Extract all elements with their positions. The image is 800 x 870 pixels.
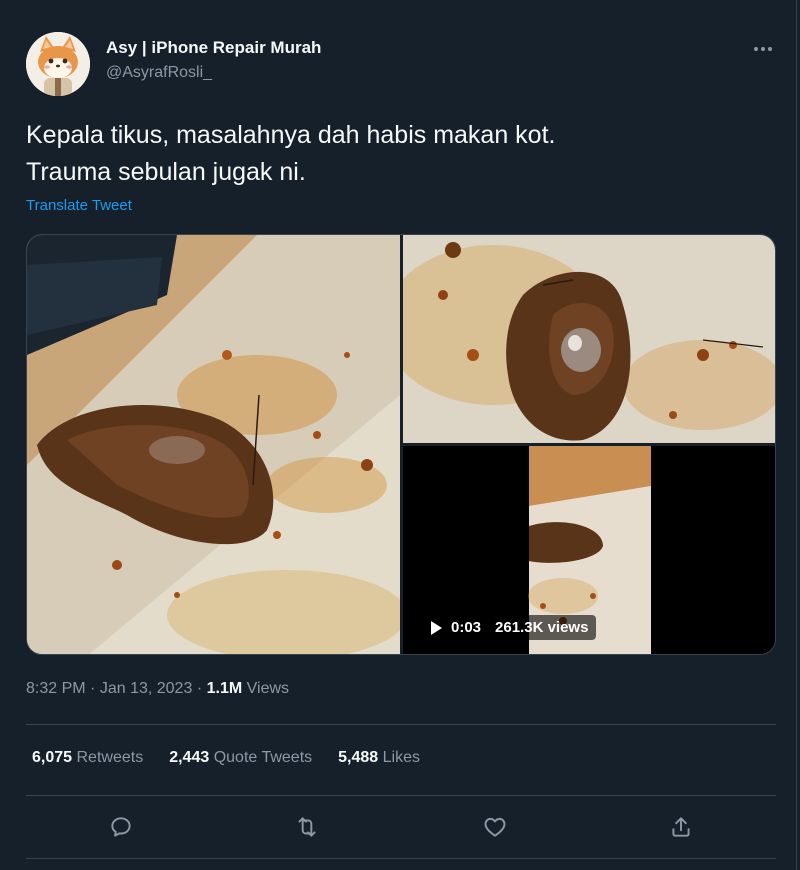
share-icon <box>672 817 690 837</box>
avatar[interactable] <box>26 32 90 96</box>
photo-2-image <box>403 235 775 443</box>
media-grid: 0:03 261.3K views <box>26 234 776 655</box>
photo-1-image <box>27 235 400 654</box>
retweets-stat[interactable]: 6,075 Retweets <box>32 749 143 767</box>
views-label: Views <box>246 680 290 697</box>
meta-separator: · <box>196 680 203 697</box>
author-name[interactable]: Asy | iPhone Repair Murah <box>106 38 321 58</box>
more-options-button[interactable] <box>750 36 776 62</box>
likes-stat[interactable]: 5,488 Likes <box>338 749 420 767</box>
video-duration: 0:03 <box>451 619 482 636</box>
tweet-header: Asy | iPhone Repair Murah @AsyrafRosli_ <box>26 30 776 96</box>
fox-avatar-image <box>26 32 90 96</box>
video-badge: 0:03 261.3K views <box>423 615 597 640</box>
tweet-actions <box>26 812 776 842</box>
reply-icon <box>111 817 131 837</box>
translate-tweet-link[interactable]: Translate Tweet <box>26 197 132 214</box>
retweets-count: 6,075 <box>32 749 73 766</box>
tweet-text: Kepala tikus, masalahnya dah habis makan… <box>26 121 556 186</box>
likes-label: Likes <box>382 749 420 766</box>
reply-button[interactable] <box>106 812 136 842</box>
video-view-count: 261.3K views <box>495 619 589 636</box>
retweets-label: Retweets <box>76 749 144 766</box>
likes-count: 5,488 <box>338 749 379 766</box>
tweet-date[interactable]: Jan 13, 2023 <box>100 680 193 697</box>
media-photo-1[interactable] <box>27 235 400 654</box>
more-dots-icon <box>754 47 772 51</box>
retweet-button[interactable] <box>292 812 322 842</box>
media-photo-2[interactable] <box>403 235 775 443</box>
play-icon <box>429 620 443 636</box>
like-icon <box>484 817 506 837</box>
tweet-meta: 8:32 PM · Jan 13, 2023 · 1.1M Views <box>26 680 289 698</box>
column-border <box>796 0 797 870</box>
divider <box>26 795 776 796</box>
tweet-stats: 6,075 Retweets 2,443 Quote Tweets 5,488 … <box>32 749 446 767</box>
meta-separator: · <box>90 680 96 697</box>
share-button[interactable] <box>666 812 696 842</box>
tweet-time[interactable]: 8:32 PM <box>26 680 86 697</box>
views-count: 1.1M <box>206 680 243 697</box>
divider <box>26 724 776 725</box>
divider <box>26 858 776 859</box>
media-video[interactable]: 0:03 261.3K views <box>403 446 775 654</box>
retweet-icon <box>298 817 316 837</box>
like-button[interactable] <box>480 812 510 842</box>
quote-tweets-label: Quote Tweets <box>213 749 313 766</box>
quote-tweets-count: 2,443 <box>169 749 210 766</box>
author-handle[interactable]: @AsyrafRosli_ <box>106 64 212 82</box>
quote-tweets-stat[interactable]: 2,443 Quote Tweets <box>169 749 312 767</box>
